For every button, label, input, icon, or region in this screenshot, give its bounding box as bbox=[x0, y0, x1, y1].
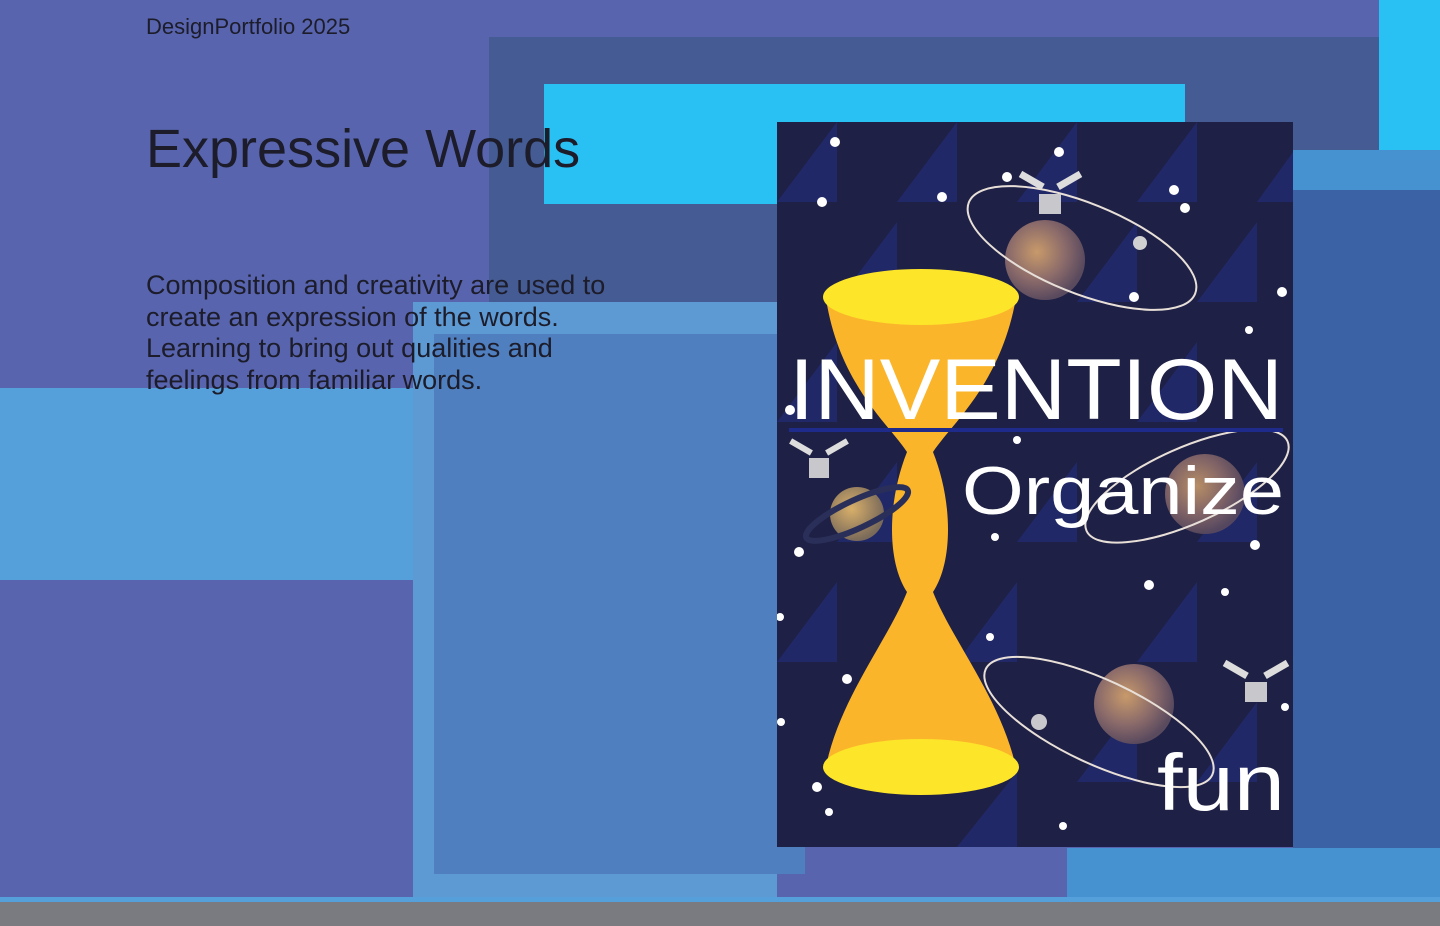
bg-bottom-mid-purple bbox=[828, 848, 1067, 897]
bg-right-panel bbox=[1293, 190, 1440, 855]
poster-artwork: INVENTION Organize fun bbox=[777, 122, 1293, 847]
brand-label: DesignPortfolio 2025 bbox=[146, 14, 351, 39]
poster-word-fun: fun bbox=[1157, 738, 1285, 827]
bg-bottom-right-cyan bbox=[1067, 848, 1440, 897]
bg-right-lightblue bbox=[1293, 150, 1440, 195]
bg-bottom-left bbox=[0, 580, 413, 900]
bg-left-lightblue bbox=[0, 388, 434, 580]
bg-center-mid bbox=[434, 334, 805, 874]
bg-cyan-top-right bbox=[1379, 0, 1440, 150]
poster-word-invention: INVENTION bbox=[789, 342, 1283, 438]
page-title: Expressive Words bbox=[146, 119, 581, 179]
page-description: Composition and creativity are used to c… bbox=[146, 270, 606, 395]
poster-word-organize: Organize bbox=[962, 453, 1284, 529]
footer-bar bbox=[0, 902, 1440, 926]
